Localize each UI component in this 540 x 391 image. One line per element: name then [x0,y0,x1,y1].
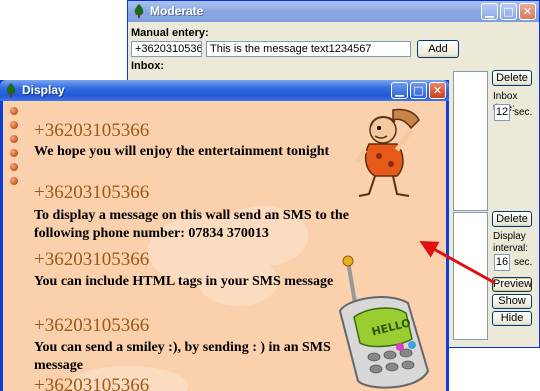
inbox-time-unit: sec. [514,107,533,118]
sender-number: +36203105366 [34,375,150,391]
display-list[interactable] [453,212,488,340]
message-text: You can include HTML tags in your SMS me… [34,274,334,289]
inbox-label: Inbox: [131,60,164,72]
app-icon [134,4,144,18]
message-input[interactable]: This is the message text1234567 [206,41,411,57]
window-title: Moderate [150,4,204,18]
sender-number: +36203105366 [34,182,150,203]
display-interval-unit: sec. [514,257,533,268]
hide-button[interactable]: Hide [492,311,532,326]
display-area: +36203105366 We hope you will enjoy the … [3,101,446,391]
manual-entry-label: Manual entery: [131,27,209,39]
inbox-time-input[interactable]: 12 [494,104,510,121]
preview-button[interactable]: Preview [492,277,532,292]
minimize-button[interactable]: ▁ [481,3,498,20]
message-text: message [34,358,83,373]
sender-number: +36203105366 [34,249,150,270]
inbox-delete-button[interactable]: Delete [492,70,532,86]
message-text: following phone number: 07834 370013 [34,226,269,241]
moderate-titlebar[interactable]: Moderate ▁ □ ✕ [128,1,539,22]
decorative-dots [10,107,18,185]
show-button[interactable]: Show [492,294,532,309]
cellphone-illustration: HELLO [338,255,430,389]
message-text: We hope you will enjoy the entertainment… [34,144,330,159]
sender-number: +36203105366 [34,120,150,141]
display-window: Display ▁ □ ✕ +36203105366 We hope you w… [0,80,449,391]
close-button[interactable]: ✕ [519,3,536,20]
display-interval-input[interactable]: 16 [494,254,510,271]
display-titlebar[interactable]: Display ▁ □ ✕ [0,80,449,101]
maximize-button[interactable]: □ [410,82,427,99]
maximize-button[interactable]: □ [500,3,517,20]
caveman-illustration [354,108,420,197]
display-delete-button[interactable]: Delete [492,211,532,227]
minimize-button[interactable]: ▁ [391,82,408,99]
message-text: You can send a smiley :), by sending : )… [34,340,331,355]
add-button[interactable]: Add [417,40,459,58]
inbox-list[interactable] [453,71,488,211]
phone-input[interactable]: +36203105366 [131,41,202,57]
display-interval-label: Display interval: [493,231,529,254]
close-button[interactable]: ✕ [429,82,446,99]
window-title: Display [22,83,65,97]
message-text: To display a message on this wall send a… [34,208,349,223]
sender-number: +36203105366 [34,315,150,336]
app-icon [6,83,16,97]
